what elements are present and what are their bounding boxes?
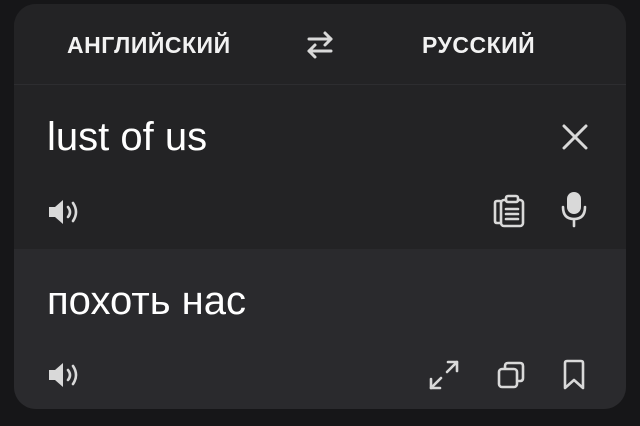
bookmark-icon <box>563 359 585 390</box>
microphone-button[interactable] <box>554 189 594 229</box>
clipboard-icon <box>493 194 525 228</box>
translation-panel: похоть нас <box>14 249 626 409</box>
fullscreen-button[interactable] <box>424 355 464 395</box>
close-icon <box>562 124 588 150</box>
copy-button[interactable] <box>491 355 531 395</box>
target-language-button[interactable]: РУССКИЙ <box>422 30 535 60</box>
swap-arrows-icon <box>307 31 333 59</box>
copy-icon <box>497 361 525 389</box>
source-text-input[interactable]: lust of us <box>47 115 207 160</box>
microphone-icon <box>561 192 587 228</box>
clear-button[interactable] <box>555 117 595 157</box>
speaker-icon <box>49 363 78 387</box>
paste-button[interactable] <box>489 190 529 230</box>
source-speak-button[interactable] <box>44 192 84 232</box>
bookmark-button[interactable] <box>554 355 594 395</box>
translator-card: АНГЛИЙСКИЙ РУССКИЙ lust of us похоть нас <box>14 4 626 409</box>
swap-languages-button[interactable] <box>303 30 337 60</box>
speaker-icon <box>49 200 78 224</box>
source-panel: lust of us <box>14 85 626 249</box>
source-language-button[interactable]: АНГЛИЙСКИЙ <box>67 30 231 60</box>
expand-icon <box>429 360 459 390</box>
language-bar: АНГЛИЙСКИЙ РУССКИЙ <box>14 4 626 85</box>
translation-speak-button[interactable] <box>44 355 84 395</box>
translation-text: похоть нас <box>47 279 246 323</box>
